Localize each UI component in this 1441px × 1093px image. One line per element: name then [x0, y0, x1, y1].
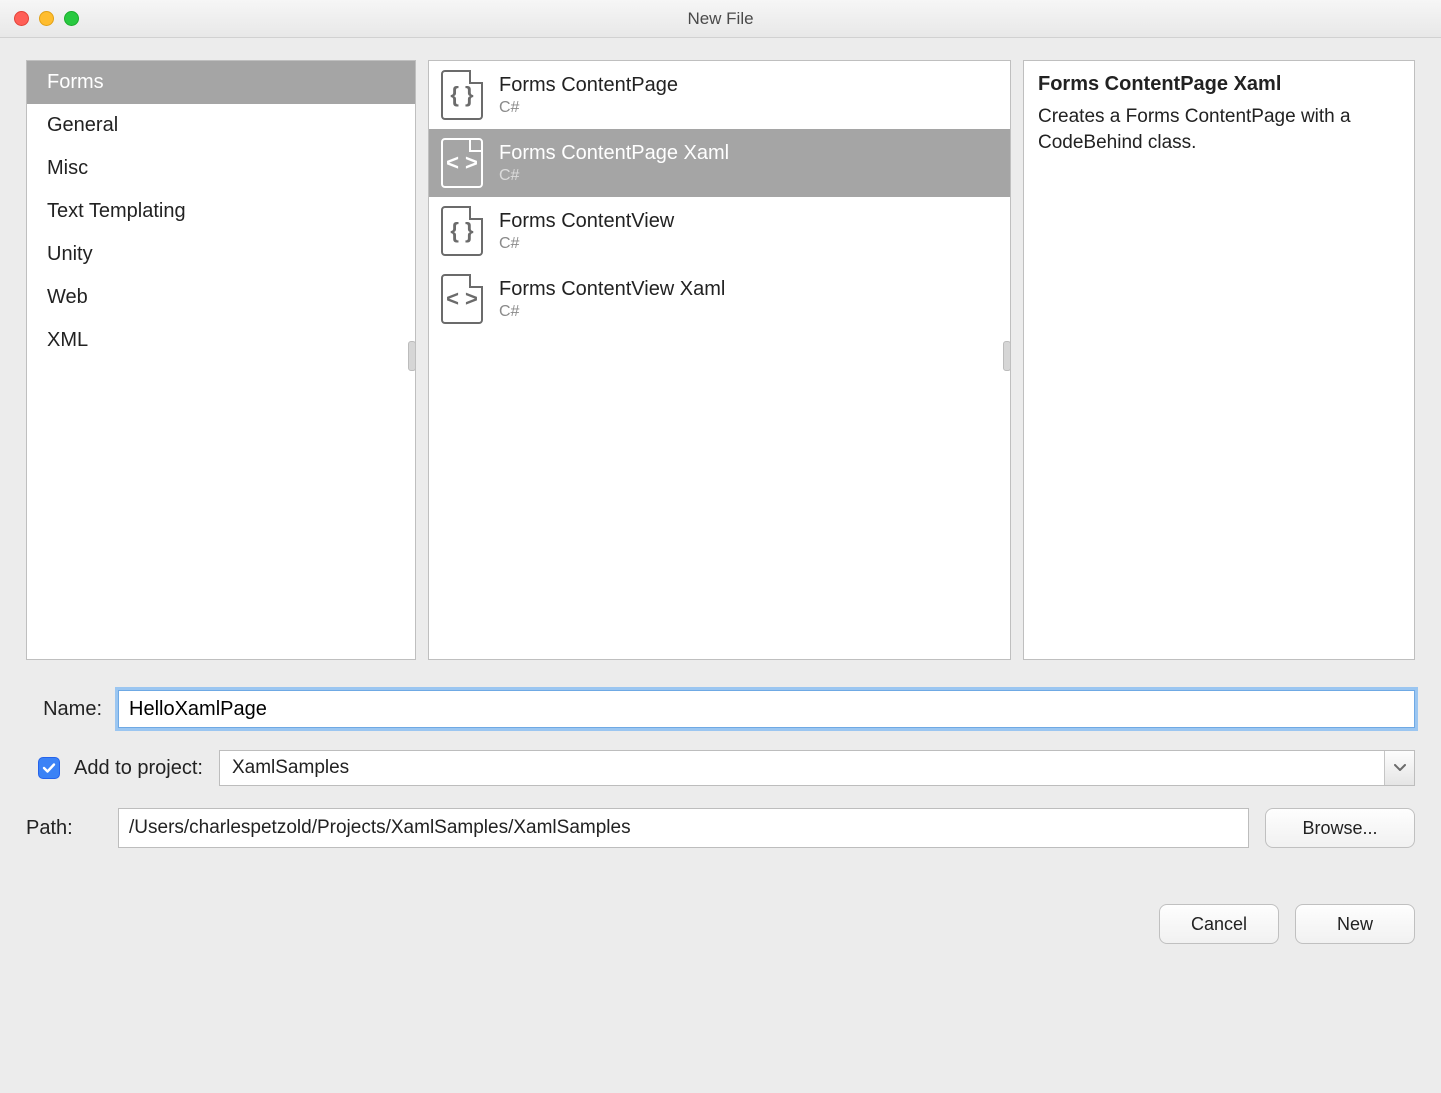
name-input[interactable]	[118, 690, 1415, 728]
browse-button[interactable]: Browse...	[1265, 808, 1415, 848]
path-input[interactable]	[118, 808, 1249, 848]
xaml-file-icon: < >	[441, 274, 483, 324]
category-misc[interactable]: Misc	[27, 147, 415, 190]
project-select-value: XamlSamples	[220, 757, 1384, 779]
add-to-project-label: Add to project:	[74, 757, 203, 780]
window-close-button[interactable]	[14, 11, 29, 26]
category-xml[interactable]: XML	[27, 319, 415, 362]
window-controls	[14, 11, 79, 26]
window-maximize-button[interactable]	[64, 11, 79, 26]
description-title: Forms ContentPage Xaml	[1038, 73, 1400, 96]
template-name: Forms ContentPage Xaml	[499, 142, 729, 165]
csharp-file-icon: { }	[441, 70, 483, 120]
template-language: C#	[499, 167, 729, 185]
category-general[interactable]: General	[27, 104, 415, 147]
template-name: Forms ContentView Xaml	[499, 278, 725, 301]
template-language: C#	[499, 99, 678, 117]
template-forms-contentview-xaml[interactable]: < > Forms ContentView Xaml C#	[429, 265, 1010, 333]
path-label: Path:	[26, 817, 102, 840]
new-button[interactable]: New	[1295, 904, 1415, 944]
template-forms-contentview[interactable]: { } Forms ContentView C#	[429, 197, 1010, 265]
scroll-handle[interactable]	[408, 341, 416, 371]
category-web[interactable]: Web	[27, 276, 415, 319]
scroll-handle[interactable]	[1003, 341, 1011, 371]
description-body: Creates a Forms ContentPage with a CodeB…	[1038, 104, 1400, 155]
add-to-project-checkbox[interactable]	[38, 757, 60, 779]
name-label: Name:	[26, 698, 102, 721]
chevron-down-icon	[1384, 751, 1414, 785]
template-panel: { } Forms ContentPage C# < > Forms Conte…	[428, 60, 1011, 660]
category-panel: Forms General Misc Text Templating Unity…	[26, 60, 416, 660]
template-name: Forms ContentPage	[499, 74, 678, 97]
csharp-file-icon: { }	[441, 206, 483, 256]
template-language: C#	[499, 235, 674, 253]
cancel-button[interactable]: Cancel	[1159, 904, 1279, 944]
template-forms-contentpage-xaml[interactable]: < > Forms ContentPage Xaml C#	[429, 129, 1010, 197]
xaml-file-icon: < >	[441, 138, 483, 188]
new-file-dialog: New File Forms General Misc Text Templat…	[0, 0, 1441, 1093]
titlebar: New File	[0, 0, 1441, 38]
category-unity[interactable]: Unity	[27, 233, 415, 276]
category-forms[interactable]: Forms	[27, 61, 415, 104]
template-name: Forms ContentView	[499, 210, 674, 233]
template-forms-contentpage[interactable]: { } Forms ContentPage C#	[429, 61, 1010, 129]
window-minimize-button[interactable]	[39, 11, 54, 26]
description-panel: Forms ContentPage Xaml Creates a Forms C…	[1023, 60, 1415, 660]
window-title: New File	[0, 9, 1441, 29]
template-language: C#	[499, 303, 725, 321]
category-text-templating[interactable]: Text Templating	[27, 190, 415, 233]
project-select[interactable]: XamlSamples	[219, 750, 1415, 786]
